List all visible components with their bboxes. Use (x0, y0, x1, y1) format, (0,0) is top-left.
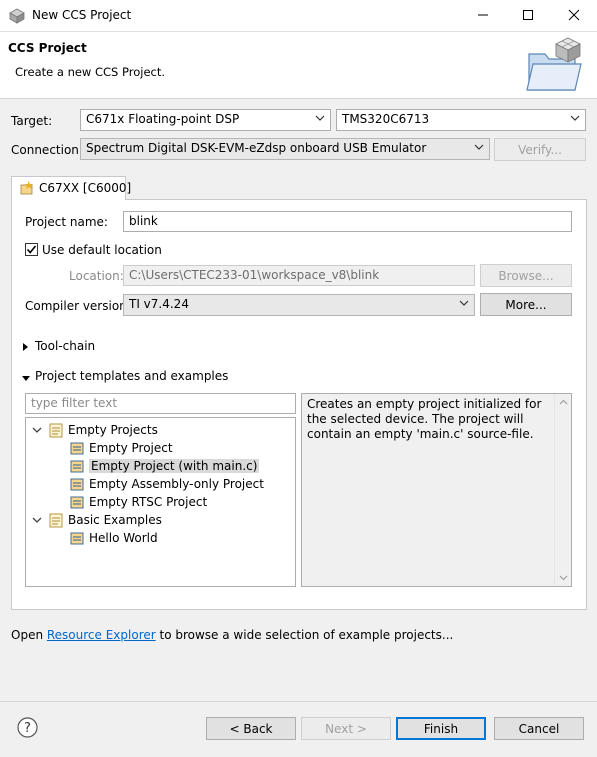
expand-down-icon (32, 427, 42, 433)
compiler-version-label: Compiler version: (25, 299, 131, 313)
templates-label[interactable]: Project templates and examples (35, 369, 228, 383)
use-default-location-checkbox[interactable] (25, 243, 38, 256)
chevron-down-icon (474, 144, 484, 150)
project-name-label: Project name: (25, 215, 108, 229)
tree-item-basic-examples[interactable]: Basic Examples (32, 511, 162, 529)
target-label: Target: (11, 114, 53, 128)
templates-expander[interactable] (21, 372, 31, 386)
toolchain-label[interactable]: Tool-chain (35, 339, 95, 353)
maximize-icon (523, 10, 533, 20)
close-icon (568, 9, 580, 21)
minimize-button[interactable] (460, 0, 506, 30)
open-suffix: to browse a wide selection of example pr… (155, 628, 454, 642)
page-title: CCS Project (8, 41, 87, 55)
template-filter-input[interactable]: type filter text (25, 393, 296, 414)
expand-down-icon (32, 517, 42, 523)
tree-item-empty-project[interactable]: Empty Project (69, 439, 173, 457)
tree-item-empty-assembly-project[interactable]: Empty Assembly-only Project (69, 475, 264, 493)
template-description: Creates an empty project initialized for… (307, 397, 542, 441)
target-device-combo[interactable]: TMS320C6713 (336, 109, 586, 131)
project-template-icon (70, 478, 84, 491)
target-device-value: TMS320C6713 (342, 112, 430, 126)
compiler-version-combo[interactable]: TI v7.4.24 (123, 294, 475, 316)
new-project-folder-icon (526, 37, 582, 91)
ccs-app-icon (9, 8, 25, 24)
template-description-panel: Creates an empty project initialized for… (301, 393, 572, 587)
tree-item-label: Empty Project (89, 441, 173, 455)
wizard-header: CCS Project Create a new CCS Project. (0, 32, 597, 99)
scroll-up-icon[interactable] (559, 399, 568, 406)
project-template-icon (70, 532, 84, 545)
close-button[interactable] (551, 0, 597, 30)
chevron-down-icon (315, 115, 325, 121)
finish-button[interactable]: Finish (396, 717, 486, 740)
minimize-icon (478, 14, 488, 16)
compiler-version-value: TI v7.4.24 (129, 297, 189, 311)
tree-item-label: Empty Assembly-only Project (89, 477, 264, 491)
location-label: Location: (69, 269, 124, 283)
tree-item-label: Empty Project (with main.c) (89, 459, 260, 473)
connection-value: Spectrum Digital DSK-EVM-eZdsp onboard U… (86, 141, 427, 155)
checkmark-icon (26, 245, 37, 254)
project-template-icon (70, 496, 84, 509)
toolchain-expander[interactable] (22, 341, 30, 355)
help-icon: ? (17, 717, 38, 738)
description-scrollbar[interactable] (554, 394, 571, 586)
help-button[interactable]: ? (17, 717, 38, 738)
tree-item-label: Empty RTSC Project (89, 495, 208, 509)
tree-item-empty-projects[interactable]: Empty Projects (32, 421, 158, 439)
browse-button[interactable]: Browse... (480, 264, 572, 287)
template-folder-icon (49, 513, 63, 528)
template-tree[interactable]: Empty Projects Empty Project Empty Proje… (25, 417, 296, 587)
connection-label: Connection: (11, 143, 83, 157)
chevron-down-icon (459, 300, 469, 306)
verify-button[interactable]: Verify... (494, 138, 586, 161)
resource-explorer-link[interactable]: Resource Explorer (47, 628, 156, 642)
chevron-down-icon (570, 115, 580, 121)
resource-explorer-text: Open Resource Explorer to browse a wide … (11, 628, 453, 642)
target-family-combo[interactable]: C671x Floating-point DSP (80, 109, 331, 131)
open-prefix: Open (11, 628, 47, 642)
tab-c67xx[interactable]: C67XX [C6000] (11, 176, 131, 200)
maximize-button[interactable] (505, 0, 551, 30)
title-bar: New CCS Project (0, 0, 597, 32)
svg-text:?: ? (24, 721, 31, 736)
use-default-location-label: Use default location (42, 243, 162, 257)
page-subtitle: Create a new CCS Project. (15, 65, 166, 79)
more-button[interactable]: More... (480, 293, 572, 316)
project-name-input[interactable]: blink (123, 211, 572, 232)
project-template-icon (70, 460, 84, 473)
tree-item-label: Basic Examples (68, 513, 162, 527)
chevron-down-icon (22, 376, 30, 381)
scroll-down-icon[interactable] (559, 574, 568, 581)
cancel-button[interactable]: Cancel (494, 717, 584, 740)
location-input[interactable]: C:\Users\CTEC233-01\workspace_v8\blink (123, 265, 475, 286)
target-family-value: C671x Floating-point DSP (86, 112, 240, 126)
tree-item-empty-rtsc-project[interactable]: Empty RTSC Project (69, 493, 207, 511)
tab-label: C67XX [C6000] (39, 181, 132, 195)
template-folder-icon (49, 423, 63, 438)
tree-item-label: Empty Projects (68, 423, 158, 437)
tree-item-empty-project-main[interactable]: Empty Project (with main.c) (69, 457, 260, 475)
back-button[interactable]: < Back (206, 717, 296, 740)
project-template-icon (70, 442, 84, 455)
window-title: New CCS Project (32, 8, 132, 22)
chevron-right-icon (23, 343, 28, 351)
footer-divider (0, 701, 597, 702)
connection-combo[interactable]: Spectrum Digital DSK-EVM-eZdsp onboard U… (80, 138, 490, 160)
next-button[interactable]: Next > (301, 717, 391, 740)
tree-item-hello-world[interactable]: Hello World (69, 529, 158, 547)
device-chip-icon (20, 181, 33, 195)
tree-item-label: Hello World (89, 531, 158, 545)
